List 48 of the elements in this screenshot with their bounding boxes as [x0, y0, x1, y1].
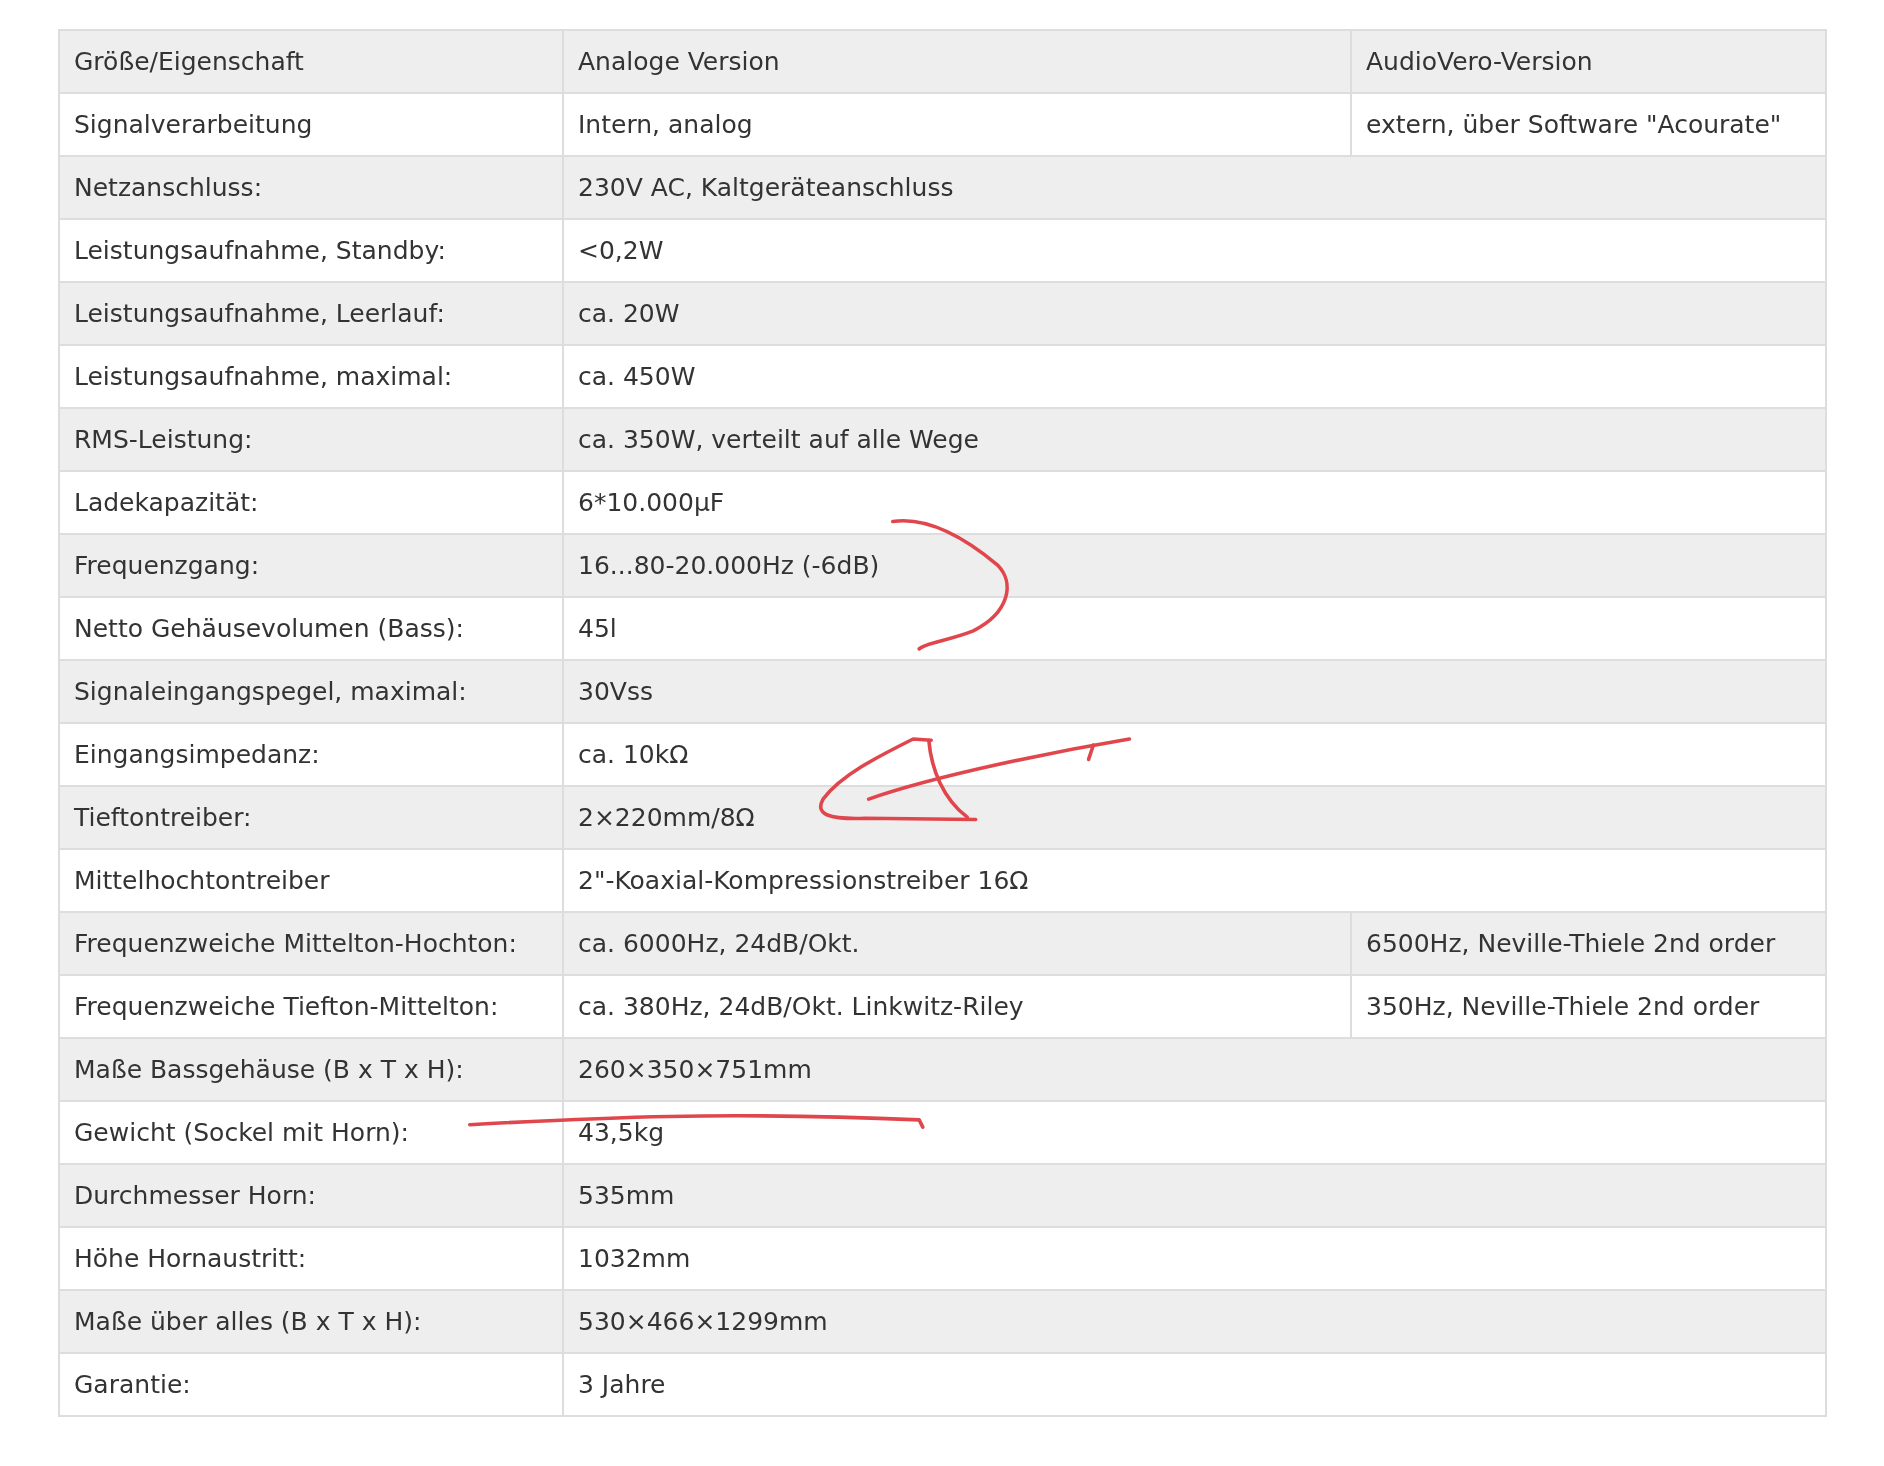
- table-cell: ca. 6000Hz, 24dB/Okt.: [578, 928, 860, 958]
- table-cell: 16...80-20.000Hz (-6dB): [578, 550, 880, 580]
- table-cell: RMS-Leistung:: [74, 424, 253, 454]
- table-cell: 3 Jahre: [578, 1369, 666, 1399]
- table-cell: Höhe Hornaustritt:: [74, 1243, 307, 1273]
- table-cell: Frequenzweiche Mittelton-Hochton:: [74, 928, 517, 958]
- table-cell: 6*10.000µF: [578, 487, 725, 517]
- table-cell: Leistungsaufnahme, Standby:: [74, 235, 446, 265]
- table-cell: Maße über alles (B x T x H):: [74, 1306, 422, 1336]
- table-cell: 2"-Koaxial-Kompressionstreiber 16Ω: [578, 865, 1029, 895]
- table-cell: Netzanschluss:: [74, 172, 263, 202]
- table-cell: Frequenzweiche Tiefton-Mittelton:: [74, 991, 499, 1021]
- table-cell: Mittelhochtontreiber: [74, 865, 330, 895]
- table-cell: ca. 20W: [578, 298, 680, 328]
- table-cell: 1032mm: [578, 1243, 691, 1273]
- table-cell: Frequenzgang:: [74, 550, 260, 580]
- table-cell: Ladekapazität:: [74, 487, 259, 517]
- table-cell: 350Hz, Neville-Thiele 2nd order: [1366, 991, 1760, 1021]
- table-cell: Durchmesser Horn:: [74, 1180, 316, 1210]
- table-cell: ca. 10kΩ: [578, 739, 689, 769]
- table-cell: ca. 380Hz, 24dB/Okt. Linkwitz-Riley: [578, 991, 1024, 1021]
- table-cell: 30Vss: [578, 676, 653, 706]
- table-cell: 6500Hz, Neville-Thiele 2nd order: [1366, 928, 1776, 958]
- table-cell: 530×466×1299mm: [578, 1306, 828, 1336]
- table-cell: 45l: [578, 613, 617, 643]
- table-cell: ca. 350W, verteilt auf alle Wege: [578, 424, 979, 454]
- table-cell: Signaleingangspegel, maximal:: [74, 676, 467, 706]
- table-cell: 2×220mm/8Ω: [578, 802, 755, 832]
- column-header: AudioVero-Version: [1366, 46, 1593, 76]
- table-cell: 260×350×751mm: [578, 1054, 812, 1084]
- table-cell: Garantie:: [74, 1369, 191, 1399]
- table-cell: Maße Bassgehäuse (B x T x H):: [74, 1054, 464, 1084]
- table-cell: 535mm: [578, 1180, 675, 1210]
- table-cell: 43,5kg: [578, 1117, 664, 1147]
- table-cell: Gewicht (Sockel mit Horn):: [74, 1117, 409, 1147]
- table-cell: Netto Gehäusevolumen (Bass):: [74, 613, 464, 643]
- table-cell: ca. 450W: [578, 361, 696, 391]
- table-cell: 230V AC, Kaltgeräteanschluss: [578, 172, 954, 202]
- table-cell: Signalverarbeitung: [74, 109, 313, 139]
- table-cell: Intern, analog: [578, 109, 753, 139]
- table-cell: Leistungsaufnahme, maximal:: [74, 361, 453, 391]
- table-cell: Tieftontreiber:: [74, 802, 252, 832]
- table-cell: Eingangsimpedanz:: [74, 739, 320, 769]
- column-header: Analoge Version: [578, 46, 780, 76]
- table-cell: <0,2W: [578, 235, 664, 265]
- table-cell: extern, über Software "Acourate": [1366, 109, 1782, 139]
- column-header: Größe/Eigenschaft: [74, 46, 304, 76]
- table-cell: Leistungsaufnahme, Leerlauf:: [74, 298, 445, 328]
